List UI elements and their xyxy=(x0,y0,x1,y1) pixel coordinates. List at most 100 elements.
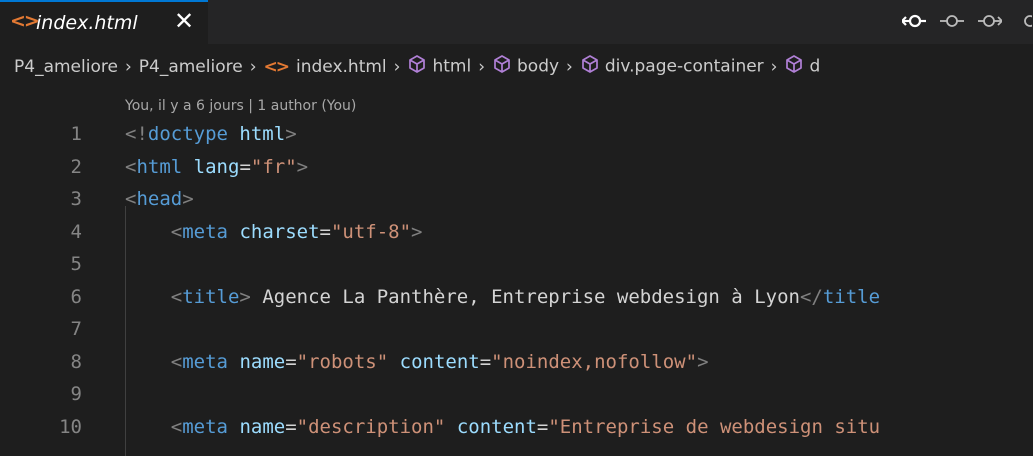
more-actions-icon[interactable] xyxy=(1018,9,1032,33)
code-token: name xyxy=(239,415,286,438)
tab-label: index.html xyxy=(36,12,138,34)
breadcrumb-item[interactable]: P4_ameliore xyxy=(14,57,118,77)
code-token: < xyxy=(170,350,183,373)
code-token: doctype xyxy=(147,123,228,145)
breadcrumb-item[interactable]: <> index.html xyxy=(264,57,387,77)
code-line[interactable]: 2 <html lang="fr"> xyxy=(0,151,1033,183)
breadcrumb-label: div.page-container xyxy=(604,56,764,77)
code-text: <title> Agence La Panthère, Entreprise w… xyxy=(125,281,880,313)
code-token: meta xyxy=(182,350,228,373)
breadcrumb-label: html xyxy=(432,56,472,77)
git-blame-annotation[interactable]: You, il y a 6 jours | 1 author (You) xyxy=(125,98,356,114)
code-token: > xyxy=(285,123,297,145)
line-number: 1 xyxy=(70,123,82,145)
code-token: < xyxy=(125,188,137,210)
code-token: content xyxy=(399,350,480,373)
code-text: <meta name="robots" content="noindex,nof… xyxy=(125,346,709,378)
line-number: 6 xyxy=(70,285,82,308)
line-number: 9 xyxy=(70,383,82,405)
code-token: > xyxy=(296,155,309,178)
code-token: charset xyxy=(239,220,320,243)
code-text: <head> xyxy=(125,183,194,215)
code-line[interactable]: 6 <title> Agence La Panthère, Entreprise… xyxy=(0,281,1033,313)
symbol-cube-icon xyxy=(580,54,600,79)
code-token: < xyxy=(170,220,183,243)
symbol-cube-icon xyxy=(407,54,427,79)
breadcrumb-item[interactable]: d xyxy=(784,54,820,79)
code-line[interactable]: 7 xyxy=(0,313,1033,345)
code-token: = xyxy=(319,220,331,243)
code-token: "noindex,nofollow" xyxy=(491,350,698,373)
editor-actions xyxy=(900,9,1032,33)
code-token: html xyxy=(239,123,286,145)
line-number: 4 xyxy=(70,220,82,243)
code-token: meta xyxy=(182,220,228,243)
code-token: = xyxy=(536,415,549,438)
code-token: = xyxy=(285,350,297,373)
code-line[interactable]: 8 <meta name="robots" content="noindex,n… xyxy=(0,346,1033,378)
go-back-change-icon[interactable] xyxy=(900,9,926,33)
code-token: > xyxy=(697,350,709,373)
code-token: title xyxy=(822,285,881,308)
code-token: name xyxy=(239,350,286,373)
code-token: "Entreprise de webdesign situ xyxy=(548,415,881,438)
open-changes-icon[interactable] xyxy=(940,9,964,33)
line-number: 5 xyxy=(70,253,82,275)
go-forward-change-icon[interactable] xyxy=(978,9,1004,33)
line-number: 2 xyxy=(70,155,82,178)
breadcrumb-item[interactable]: P4_ameliore xyxy=(139,57,243,77)
close-icon[interactable]: ✕ xyxy=(172,9,196,33)
code-token: > xyxy=(239,285,251,308)
editor-tab-bar: <> index.html ✕ xyxy=(0,0,1033,44)
breadcrumb-label: body xyxy=(517,56,560,77)
symbol-cube-icon xyxy=(492,54,512,79)
code-editor[interactable]: 1 <!doctype html> 2 <html lang="fr"> 3 <head>… xyxy=(0,118,1033,456)
code-line[interactable]: 10 <meta name="description" content="Ent… xyxy=(0,411,1033,443)
tab-index-html[interactable]: <> index.html ✕ xyxy=(0,0,208,44)
breadcrumb-item[interactable]: html xyxy=(407,54,471,79)
code-text: <!doctype html> xyxy=(125,118,297,150)
breadcrumb-item[interactable]: div.page-container xyxy=(580,54,764,79)
code-token: title xyxy=(182,285,240,308)
breadcrumb-label: P4_ameliore xyxy=(138,56,243,77)
code-token: "description" xyxy=(296,415,446,438)
symbol-cube-icon xyxy=(784,54,804,79)
line-number: 8 xyxy=(70,350,82,373)
line-number: 10 xyxy=(59,415,82,438)
code-token: < xyxy=(125,155,137,178)
code-token: > xyxy=(411,220,423,243)
code-token: = xyxy=(239,155,251,178)
code-token: </ xyxy=(799,285,823,308)
breadcrumb-separator: › xyxy=(124,56,132,77)
code-text: <html lang="fr"> xyxy=(125,151,308,183)
code-token: lang xyxy=(193,155,240,178)
code-line[interactable]: 9 xyxy=(0,378,1033,410)
code-text: <meta charset="utf-8"> xyxy=(125,216,423,248)
breadcrumb-separator: › xyxy=(478,56,485,77)
code-token: < xyxy=(170,285,183,308)
code-line[interactable]: 4 <meta charset="utf-8"> xyxy=(0,216,1033,248)
code-token: html xyxy=(136,155,183,178)
breadcrumb-label: P4_ameliore xyxy=(14,56,118,77)
breadcrumb-label: index.html xyxy=(296,56,387,77)
code-line[interactable]: 3 <head> xyxy=(0,183,1033,215)
code-line[interactable]: 1 <!doctype html> xyxy=(0,118,1033,150)
breadcrumb-item[interactable]: body xyxy=(492,54,559,79)
code-token: Agence La Panthère, Entreprise webdesign… xyxy=(250,285,800,308)
code-text: <meta name="description" content="Entrep… xyxy=(125,411,880,443)
code-token: "fr" xyxy=(250,155,297,178)
breadcrumb-separator: › xyxy=(393,56,401,77)
line-number: 3 xyxy=(70,188,82,210)
breadcrumb-separator: › xyxy=(566,56,573,77)
line-number: 7 xyxy=(70,318,82,340)
code-line[interactable]: 5 xyxy=(0,248,1033,280)
